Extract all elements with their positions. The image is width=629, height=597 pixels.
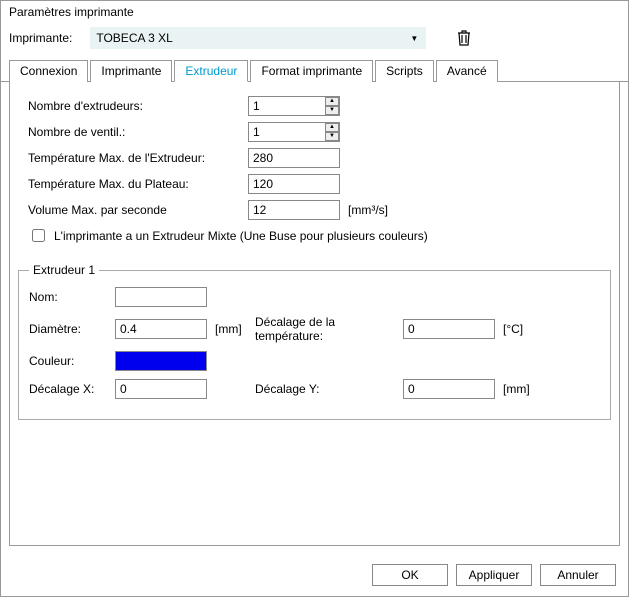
decalage-x-input[interactable] bbox=[115, 379, 207, 399]
diametre-input[interactable] bbox=[115, 319, 207, 339]
dialog-footer: OK Appliquer Annuler bbox=[1, 554, 628, 596]
decalage-x-label: Décalage X: bbox=[29, 382, 115, 396]
spin-up-icon[interactable]: ▲ bbox=[325, 97, 339, 106]
diametre-unit: [mm] bbox=[215, 322, 255, 336]
decalage-y-input[interactable] bbox=[403, 379, 495, 399]
nom-input[interactable] bbox=[115, 287, 207, 307]
temp-max-ext-input[interactable] bbox=[248, 148, 340, 168]
ok-button[interactable]: OK bbox=[372, 564, 448, 586]
tab-content: Nombre d'extrudeurs: ▲▼ Nombre de ventil… bbox=[9, 82, 620, 546]
cancel-button[interactable]: Annuler bbox=[540, 564, 616, 586]
diametre-label: Diamètre: bbox=[29, 322, 115, 336]
vol-max-label: Volume Max. par seconde bbox=[28, 203, 248, 217]
tab-imprimante[interactable]: Imprimante bbox=[90, 60, 172, 82]
delete-printer-button[interactable] bbox=[456, 28, 472, 48]
nom-label: Nom: bbox=[29, 290, 115, 304]
temp-max-ext-label: Température Max. de l'Extrudeur: bbox=[28, 151, 248, 165]
decalage-temp-input[interactable] bbox=[403, 319, 495, 339]
trash-icon bbox=[457, 30, 471, 46]
printer-dropdown[interactable]: TOBECA 3 XL ▼ bbox=[90, 27, 426, 49]
chevron-down-icon: ▼ bbox=[406, 29, 422, 47]
vol-max-unit: [mm³/s] bbox=[348, 203, 388, 217]
dialog-title: Paramètres imprimante bbox=[1, 1, 628, 23]
tab-avance[interactable]: Avancé bbox=[436, 60, 498, 82]
tab-extrudeur[interactable]: Extrudeur bbox=[174, 60, 248, 82]
printer-label: Imprimante: bbox=[9, 31, 72, 45]
mixte-label: L'imprimante a un Extrudeur Mixte (Une B… bbox=[54, 229, 428, 243]
temp-max-plateau-input[interactable] bbox=[248, 174, 340, 194]
spin-up-icon[interactable]: ▲ bbox=[325, 123, 339, 132]
tab-scripts[interactable]: Scripts bbox=[375, 60, 434, 82]
nb-ventil-label: Nombre de ventil.: bbox=[28, 125, 248, 139]
vol-max-input[interactable] bbox=[248, 200, 340, 220]
extruder1-group: Extrudeur 1 Nom: Diamètre: [mm] Décalage… bbox=[18, 263, 611, 420]
nb-extrudeurs-label: Nombre d'extrudeurs: bbox=[28, 99, 248, 113]
nb-ventil-spinner[interactable]: ▲▼ bbox=[248, 122, 340, 142]
spin-down-icon[interactable]: ▼ bbox=[325, 106, 339, 115]
printer-select-row: Imprimante: TOBECA 3 XL ▼ bbox=[1, 23, 628, 59]
decalage-y-label: Décalage Y: bbox=[255, 382, 403, 396]
extruder1-legend: Extrudeur 1 bbox=[29, 263, 99, 277]
decalage-unit: [mm] bbox=[503, 382, 530, 396]
decalage-temp-unit: [°C] bbox=[503, 322, 523, 336]
mixte-checkbox[interactable] bbox=[32, 229, 45, 242]
printer-settings-dialog: Paramètres imprimante Imprimante: TOBECA… bbox=[0, 0, 629, 597]
couleur-swatch[interactable] bbox=[115, 351, 207, 371]
couleur-label: Couleur: bbox=[29, 354, 115, 368]
temp-max-plateau-label: Température Max. du Plateau: bbox=[28, 177, 248, 191]
decalage-temp-label: Décalage de la température: bbox=[255, 315, 403, 343]
spin-down-icon[interactable]: ▼ bbox=[325, 132, 339, 141]
apply-button[interactable]: Appliquer bbox=[456, 564, 532, 586]
tab-format[interactable]: Format imprimante bbox=[250, 60, 373, 82]
printer-dropdown-value: TOBECA 3 XL bbox=[96, 31, 172, 45]
nb-extrudeurs-spinner[interactable]: ▲▼ bbox=[248, 96, 340, 116]
tab-connexion[interactable]: Connexion bbox=[9, 60, 88, 82]
tab-bar: Connexion Imprimante Extrudeur Format im… bbox=[1, 59, 628, 82]
